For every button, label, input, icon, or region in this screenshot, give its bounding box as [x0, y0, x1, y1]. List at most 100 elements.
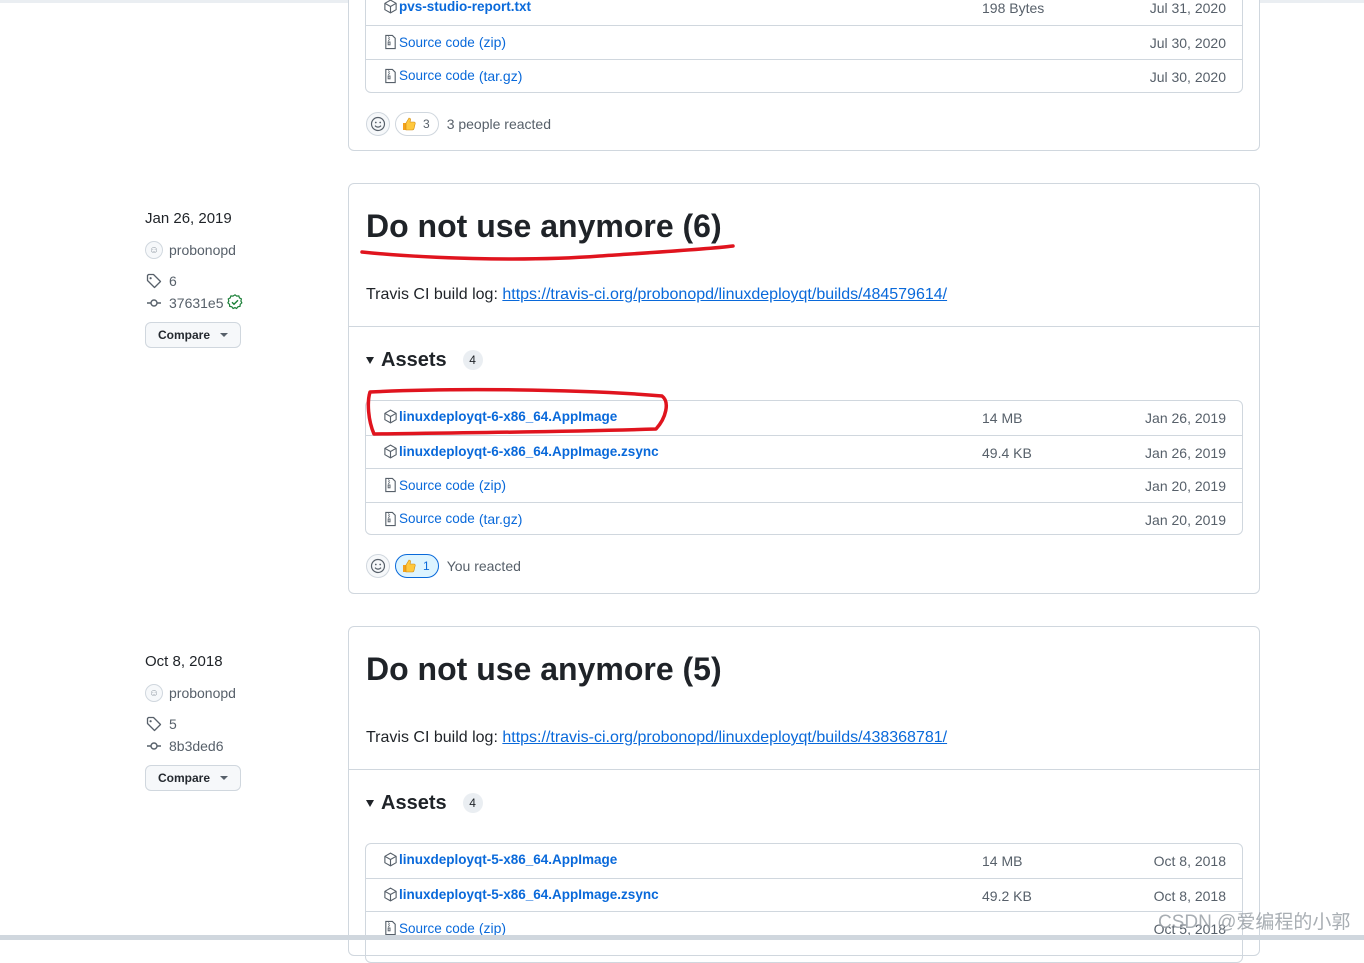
file-zip-icon — [383, 68, 398, 84]
tag-icon — [145, 716, 163, 732]
assets-count-badge: 4 — [463, 793, 483, 813]
asset-size: 14 MB — [982, 853, 1022, 869]
asset-suffix: (zip) — [479, 477, 506, 493]
compare-button[interactable]: Compare — [145, 765, 241, 791]
assets-toggle[interactable]: Assets 4 — [349, 346, 1259, 374]
avatar[interactable]: ☺ — [145, 684, 163, 702]
smiley-icon — [370, 116, 386, 132]
asset-row[interactable]: Source code (zip) Jul 30, 2020 — [366, 25, 1242, 59]
compare-label: Compare — [158, 771, 210, 785]
assets-list: linuxdeployqt-5-x86_64.AppImage 14 MB Oc… — [365, 843, 1243, 963]
triangle-down-icon — [366, 357, 374, 364]
avatar[interactable]: ☺ — [145, 241, 163, 259]
assets-heading: Assets — [381, 349, 447, 372]
asset-date: Jul 31, 2020 — [1150, 0, 1226, 16]
reactions-bar: 1 You reacted — [366, 554, 521, 578]
reaction-summary: 3 people reacted — [447, 116, 551, 132]
bottom-scrollbar[interactable] — [0, 935, 1364, 940]
add-reaction-button[interactable] — [366, 112, 390, 136]
asset-size: 198 Bytes — [982, 0, 1044, 16]
package-icon — [383, 444, 398, 459]
asset-name-link[interactable]: Source code — [399, 921, 475, 936]
asset-row[interactable]: Source code (tar.gz) Jul 30, 2020 — [366, 59, 1242, 93]
reactions-bar: 3 3 people reacted — [366, 112, 551, 136]
asset-date: Jan 26, 2019 — [1145, 410, 1226, 426]
release-meta: Jan 26, 2019 ☺ probonopd 6 37631e5 Compa… — [145, 208, 335, 348]
asset-row[interactable]: Source code (zip) Jan 20, 2019 — [366, 468, 1242, 502]
thumbs-up-reaction-button[interactable]: 3 — [395, 112, 439, 136]
compare-button[interactable]: Compare — [145, 322, 241, 348]
asset-name-link[interactable]: Source code — [399, 35, 475, 50]
build-log-label: Travis CI build log: — [366, 729, 498, 746]
file-zip-icon — [383, 511, 398, 527]
asset-row[interactable]: linuxdeployqt-5-x86_64.AppImage 14 MB Oc… — [366, 844, 1242, 878]
triangle-down-icon — [366, 800, 374, 807]
build-log-label: Travis CI build log: — [366, 286, 498, 303]
asset-date: Oct 8, 2018 — [1154, 853, 1226, 869]
thumbs-up-icon — [401, 116, 417, 132]
build-log-link[interactable]: https://travis-ci.org/probonopd/linuxdep… — [502, 729, 947, 746]
asset-row[interactable]: linuxdeployqt-6-x86_64.AppImage.zsync 49… — [366, 435, 1242, 469]
asset-row[interactable]: pvs-studio-report.txt 198 Bytes Jul 31, … — [366, 0, 1242, 25]
asset-row[interactable]: linuxdeployqt-6-x86_64.AppImage 14 MB Ja… — [366, 401, 1242, 435]
release-date: Oct 8, 2018 — [145, 651, 335, 673]
author-link[interactable]: probonopd — [169, 685, 236, 701]
chevron-down-icon — [220, 333, 228, 337]
asset-name-link[interactable]: pvs-studio-report.txt — [399, 0, 531, 14]
asset-name-link[interactable]: linuxdeployqt-5-x86_64.AppImage.zsync — [399, 887, 659, 902]
asset-row[interactable]: linuxdeployqt-5-x86_64.AppImage.zsync 49… — [366, 878, 1242, 912]
watermark: CSDN @爱编程的小郭 — [1158, 907, 1350, 934]
commit-link[interactable]: 37631e5 — [169, 295, 224, 311]
asset-date: Oct 8, 2018 — [1154, 888, 1226, 904]
add-reaction-button[interactable] — [366, 554, 390, 578]
file-zip-icon — [383, 477, 398, 493]
thumbs-up-icon — [401, 558, 417, 574]
asset-suffix: (zip) — [479, 920, 506, 936]
compare-label: Compare — [158, 328, 210, 342]
release-meta: Oct 8, 2018 ☺ probonopd 5 8b3ded6 Compar… — [145, 651, 335, 791]
assets-list: pvs-studio-report.txt 198 Bytes Jul 31, … — [365, 0, 1243, 93]
release-title[interactable]: Do not use anymore (6) — [366, 206, 1242, 246]
release-card-prev: pvs-studio-report.txt 198 Bytes Jul 31, … — [348, 0, 1260, 151]
reaction-count: 3 — [423, 117, 430, 131]
asset-name-link[interactable]: linuxdeployqt-6-x86_64.AppImage.zsync — [399, 444, 659, 459]
asset-suffix: (zip) — [479, 34, 506, 50]
asset-size: 49.2 KB — [982, 888, 1032, 904]
asset-date: Jan 20, 2019 — [1145, 478, 1226, 494]
assets-list: linuxdeployqt-6-x86_64.AppImage 14 MB Ja… — [365, 400, 1243, 535]
tag-icon — [145, 273, 163, 289]
asset-name-link[interactable]: Source code — [399, 511, 475, 526]
asset-size: 14 MB — [982, 410, 1022, 426]
release-date: Jan 26, 2019 — [145, 208, 335, 230]
chevron-down-icon — [220, 776, 228, 780]
reaction-summary: You reacted — [447, 558, 521, 574]
asset-row[interactable]: Source code (tar.gz) Jan 20, 2019 — [366, 502, 1242, 536]
thumbs-up-reaction-button[interactable]: 1 — [395, 554, 439, 578]
asset-size: 49.4 KB — [982, 445, 1032, 461]
commit-link[interactable]: 8b3ded6 — [169, 738, 224, 754]
release-card: Do not use anymore (5) Travis CI build l… — [348, 626, 1260, 956]
author-link[interactable]: probonopd — [169, 242, 236, 258]
asset-name-link[interactable]: Source code — [399, 68, 475, 83]
asset-date: Jul 30, 2020 — [1150, 69, 1226, 85]
file-zip-icon — [383, 920, 398, 936]
asset-date: Jul 30, 2020 — [1150, 35, 1226, 51]
asset-name-link[interactable]: linuxdeployqt-5-x86_64.AppImage — [399, 852, 617, 867]
commit-icon — [145, 738, 163, 754]
tag-link[interactable]: 6 — [169, 273, 177, 289]
package-icon — [383, 887, 398, 902]
asset-name-link[interactable]: Source code — [399, 478, 475, 493]
package-icon — [383, 852, 398, 867]
asset-name-link[interactable]: linuxdeployqt-6-x86_64.AppImage — [399, 409, 617, 424]
package-icon — [383, 0, 398, 14]
build-log-link[interactable]: https://travis-ci.org/probonopd/linuxdep… — [502, 286, 947, 303]
reaction-count: 1 — [423, 559, 430, 573]
release-card: Do not use anymore (6) Travis CI build l… — [348, 183, 1260, 594]
tag-link[interactable]: 5 — [169, 716, 177, 732]
release-title[interactable]: Do not use anymore (5) — [366, 649, 1242, 689]
assets-toggle[interactable]: Assets 4 — [349, 789, 1259, 817]
verified-check-icon[interactable] — [227, 294, 243, 313]
assets-heading: Assets — [381, 792, 447, 815]
divider — [349, 326, 1259, 327]
commit-icon — [145, 295, 163, 311]
